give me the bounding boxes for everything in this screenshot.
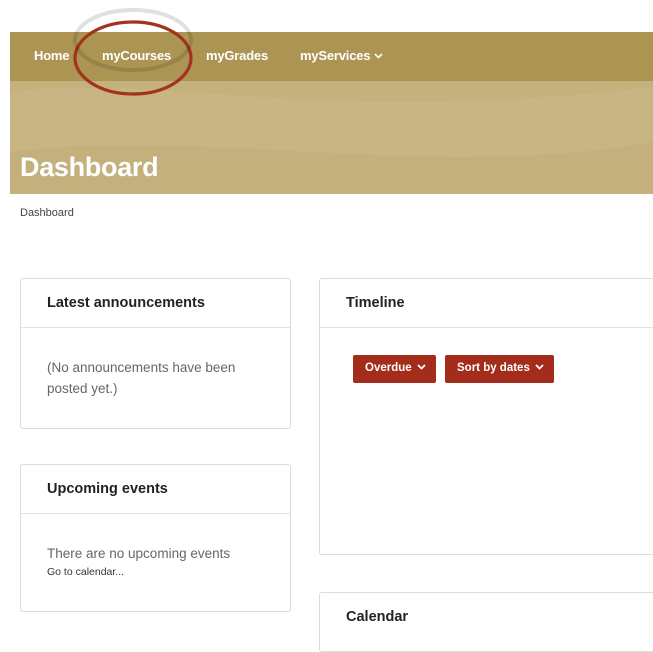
sort-by-dates-label: Sort by dates	[457, 362, 530, 374]
calendar-card: Calendar	[319, 592, 653, 652]
chevron-down-icon	[535, 364, 544, 370]
top-nav: Home myCourses myGrades myServices	[10, 32, 653, 81]
timeline-title: Timeline	[320, 279, 653, 328]
overdue-filter-button[interactable]: Overdue	[353, 355, 436, 383]
upcoming-events-empty: There are no upcoming events	[47, 546, 231, 561]
timeline-card: Timeline	[319, 278, 653, 555]
announcements-empty-line2: posted yet.)	[47, 381, 118, 396]
nav-myservices-label: myServices	[300, 48, 371, 63]
chevron-down-icon	[417, 364, 426, 370]
upcoming-events-title: Upcoming events	[21, 465, 290, 514]
announcements-title: Latest announcements	[21, 279, 290, 328]
nav-mygrades[interactable]: myGrades	[206, 48, 268, 63]
nav-mycourses[interactable]: myCourses	[102, 48, 171, 63]
upcoming-events-card: Upcoming events There are no upcoming ev…	[20, 464, 291, 612]
breadcrumb[interactable]: Dashboard	[20, 207, 74, 219]
page-title: Dashboard	[20, 152, 159, 182]
chevron-down-icon	[374, 53, 383, 59]
sort-by-dates-button[interactable]: Sort by dates	[445, 355, 554, 383]
go-to-calendar-link[interactable]: Go to calendar...	[47, 566, 264, 578]
announcements-card: Latest announcements (No announcements h…	[20, 278, 291, 429]
announcements-empty-line1: (No announcements have been	[47, 360, 236, 375]
overdue-filter-label: Overdue	[365, 362, 412, 374]
header-band: Home myCourses myGrades myServices Dashb…	[10, 32, 653, 194]
nav-myservices[interactable]: myServices	[300, 48, 383, 63]
calendar-title: Calendar	[346, 609, 409, 625]
nav-home[interactable]: Home	[34, 48, 70, 63]
